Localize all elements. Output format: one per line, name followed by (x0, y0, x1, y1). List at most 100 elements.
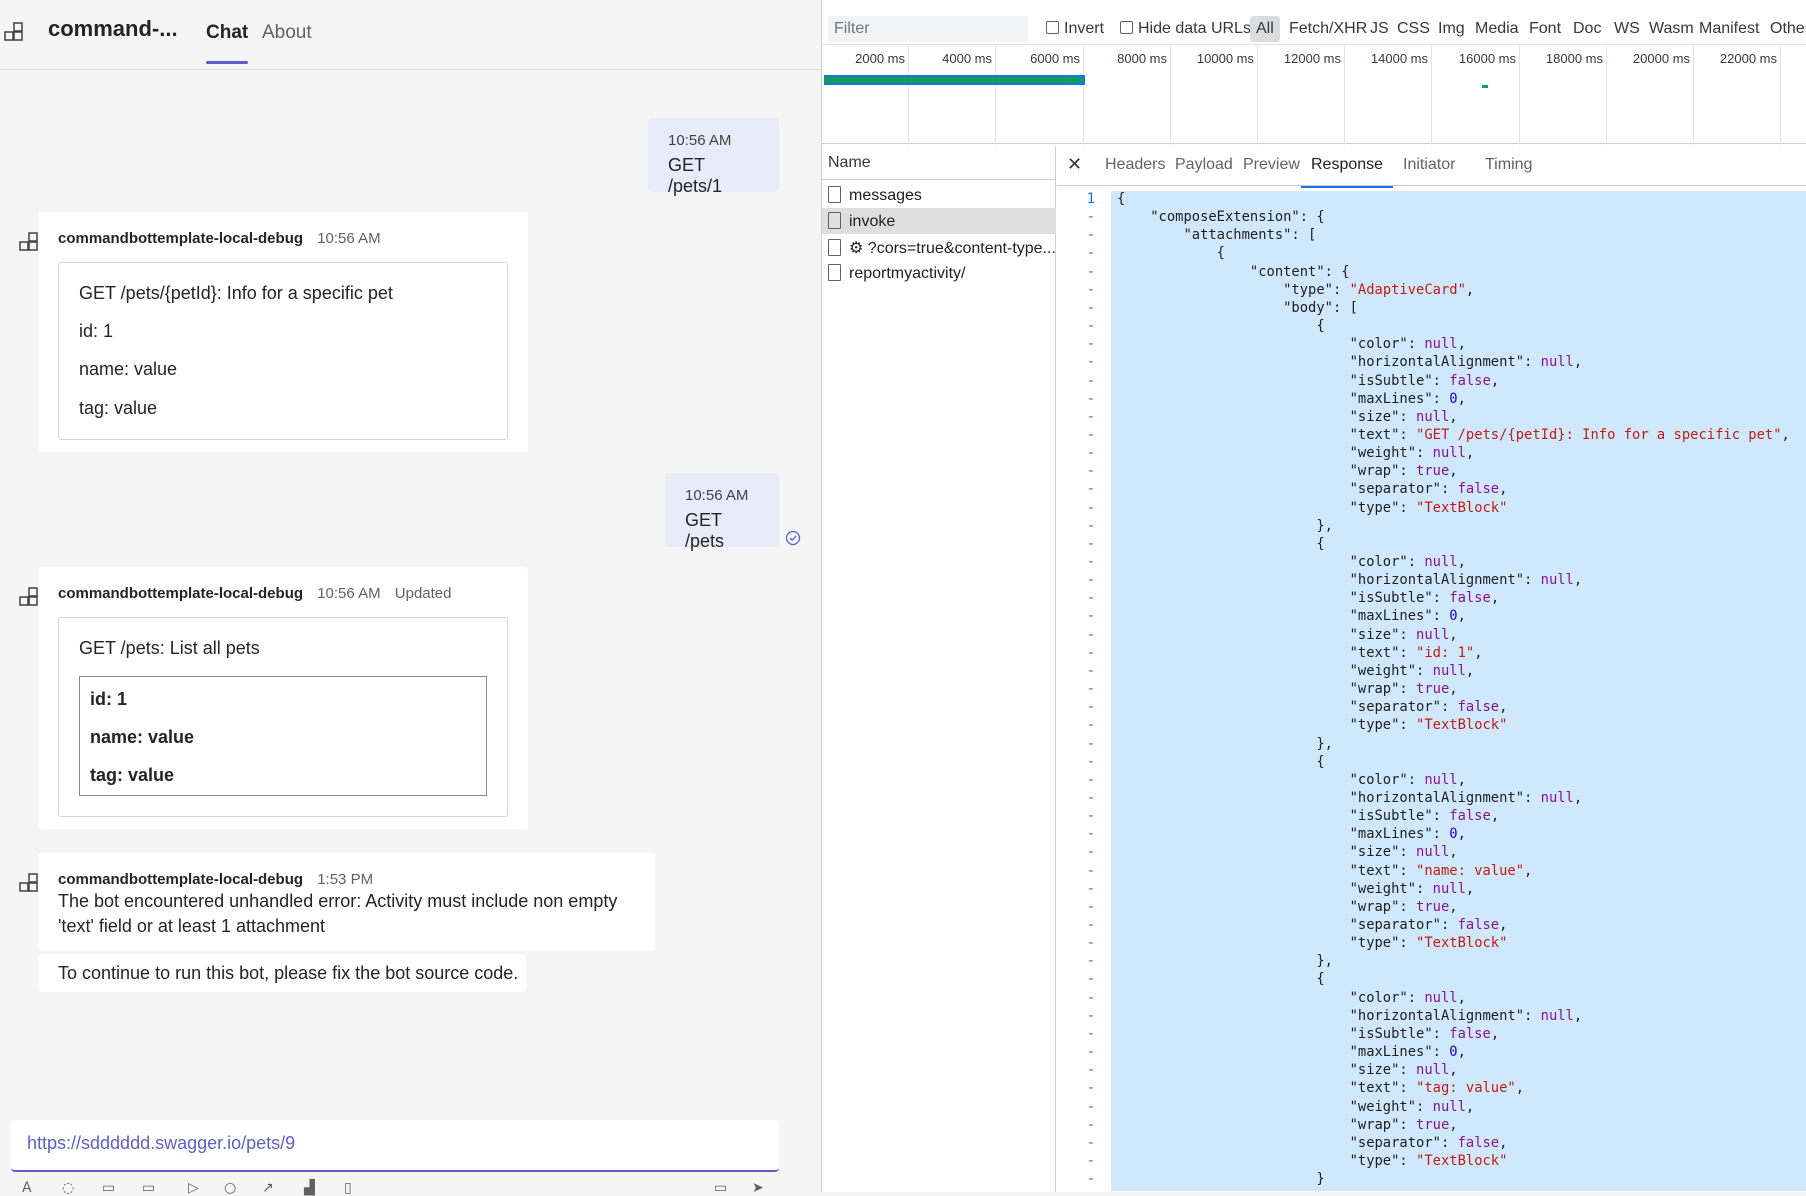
close-icon[interactable]: ✕ (1067, 154, 1082, 175)
tab-payload[interactable]: Payload (1175, 156, 1233, 174)
send-icon[interactable]: ➤ (752, 1180, 770, 1196)
bot-followup-message[interactable]: To continue to run this bot, please fix … (38, 954, 526, 992)
line-number: 1 (1086, 191, 1095, 207)
card-line: name: value (90, 727, 195, 747)
code-line: "isSubtle": false, (1117, 372, 1500, 389)
attach-icon[interactable]: ▯ (344, 1180, 362, 1196)
search-icon[interactable]: ○ (224, 1180, 242, 1196)
error-text-line: The bot encountered unhandled error: Act… (58, 891, 618, 911)
request-name: messages (849, 187, 922, 204)
meet-icon[interactable]: ▭ (714, 1180, 732, 1196)
filter-input[interactable] (828, 16, 1028, 42)
followup-text: To continue to run this bot, please fix … (58, 963, 519, 983)
line-gutter-marker: - (1086, 662, 1095, 679)
tab-about[interactable]: About (262, 22, 312, 64)
line-gutter-marker: - (1086, 572, 1095, 589)
request-row[interactable]: reportmyactivity/ (822, 260, 1056, 286)
code-line: "separator": false, (1117, 1134, 1508, 1151)
bot-error-message[interactable]: commandbottemplate-local-debug 1:53 PM T… (38, 853, 655, 951)
message-input[interactable] (25, 1132, 745, 1155)
type-filter-media[interactable]: Media (1475, 20, 1519, 38)
schedule-icon[interactable]: ▷ (188, 1180, 206, 1196)
tick-label: 20000 ms (1632, 51, 1690, 66)
code-line: "horizontalAlignment": null, (1117, 354, 1583, 371)
type-filter-doc[interactable]: Doc (1573, 20, 1601, 38)
bot-message[interactable]: commandbottemplate-local-debug 10:56 AM … (38, 212, 528, 452)
tick-label: 2000 ms (855, 51, 905, 66)
type-filter-js[interactable]: JS (1370, 20, 1389, 38)
line-gutter-marker: - (1086, 898, 1095, 915)
code-line: "horizontalAlignment": null, (1117, 789, 1583, 806)
code-line: "size": null, (1117, 408, 1458, 425)
type-filter-font[interactable]: Font (1529, 20, 1561, 38)
line-gutter-marker: - (1086, 227, 1095, 244)
type-filter-other[interactable]: Other (1770, 20, 1806, 38)
tab-response[interactable]: Response (1300, 156, 1394, 188)
code-line: "isSubtle": false, (1117, 590, 1500, 607)
line-gutter-marker: - (1086, 681, 1095, 698)
code-line: { (1117, 971, 1325, 988)
line-gutter-marker: - (1086, 426, 1095, 443)
bot-message[interactable]: commandbottemplate-local-debug 10:56 AM … (38, 567, 528, 829)
code-line: "maxLines": 0, (1117, 390, 1466, 407)
type-filter-wasm[interactable]: Wasm (1649, 20, 1694, 38)
app-grid-icon[interactable] (4, 22, 26, 44)
sent-message[interactable]: 10:56 AM GET /pets (665, 473, 779, 551)
devtools-network-panel: Invert Hide data URLs All Fetch/XHR JS C… (821, 0, 1806, 1192)
sticker-icon[interactable]: ▭ (142, 1180, 160, 1196)
request-row[interactable]: messages (822, 182, 1056, 208)
request-name: ⚙ ?cors=true&content-type... (849, 240, 1056, 257)
apps-icon[interactable]: ▟ (304, 1180, 322, 1196)
loop-icon[interactable]: ↗ (262, 1180, 280, 1196)
code-line: "maxLines": 0, (1117, 1044, 1466, 1061)
line-gutter-marker: - (1086, 517, 1095, 534)
tab-initiator[interactable]: Initiator (1403, 156, 1455, 174)
code-line: "maxLines": 0, (1117, 608, 1466, 625)
format-icon[interactable]: A (22, 1180, 40, 1196)
tab-headers[interactable]: Headers (1105, 156, 1165, 174)
pet-container: id: 1 name: value tag: value (79, 676, 487, 796)
type-filter-ws[interactable]: WS (1614, 20, 1640, 38)
line-gutter-marker: - (1086, 1098, 1095, 1115)
code-line: }, (1117, 953, 1333, 970)
code-line: { (1117, 318, 1325, 335)
line-gutter-marker: - (1086, 862, 1095, 879)
code-line: "text": "tag: value", (1117, 1080, 1525, 1097)
line-gutter-marker: - (1086, 808, 1095, 825)
invert-checkbox[interactable]: Invert (1046, 20, 1104, 38)
timeline-tick: 18000 ms (1546, 45, 1607, 145)
request-name: invoke (849, 213, 896, 230)
line-gutter-marker: - (1086, 463, 1095, 480)
tab-chat[interactable]: Chat (206, 22, 249, 64)
code-line: "type": "TextBlock" (1117, 717, 1508, 734)
network-timeline[interactable]: 2000 ms 4000 ms 6000 ms 8000 ms 10000 ms… (822, 44, 1806, 145)
emoji-icon[interactable]: ◌ (62, 1180, 80, 1196)
hide-data-urls-checkbox[interactable]: Hide data URLs (1120, 20, 1251, 38)
request-row-selected[interactable]: invoke (822, 208, 1056, 234)
line-gutter-marker: - (1086, 408, 1095, 425)
response-viewer[interactable]: 1 --------------------------------------… (1057, 188, 1806, 1192)
code-line: "type": "TextBlock" (1117, 935, 1508, 952)
type-filter-all[interactable]: All (1250, 16, 1280, 42)
sent-message[interactable]: 10:56 AM GET /pets/1 (648, 118, 779, 196)
compose-box[interactable] (11, 1120, 779, 1172)
tab-preview[interactable]: Preview (1243, 156, 1300, 174)
line-gutter-marker: - (1086, 390, 1095, 407)
app-title: command-... (48, 16, 178, 41)
type-filter-fetch-xhr[interactable]: Fetch/XHR (1289, 20, 1367, 38)
line-gutter-marker: - (1086, 971, 1095, 988)
gif-icon[interactable]: ▭ (102, 1180, 120, 1196)
type-filter-manifest[interactable]: Manifest (1699, 20, 1759, 38)
request-row[interactable]: ⚙ ?cors=true&content-type... (822, 234, 1056, 260)
type-filter-css[interactable]: CSS (1397, 20, 1430, 38)
sender-name: commandbottemplate-local-debug (58, 871, 304, 888)
name-column-header[interactable]: Name (822, 146, 1056, 180)
line-gutter-marker: - (1086, 1044, 1095, 1061)
invert-label: Invert (1064, 20, 1105, 37)
line-gutter-marker: - (1086, 535, 1095, 552)
type-filter-img[interactable]: Img (1438, 20, 1465, 38)
timeline-tick: 6000 ms (1030, 45, 1084, 145)
tab-timing[interactable]: Timing (1485, 156, 1532, 174)
line-gutter-marker: - (1086, 554, 1095, 570)
code-line: "wrap": true, (1117, 1116, 1458, 1133)
